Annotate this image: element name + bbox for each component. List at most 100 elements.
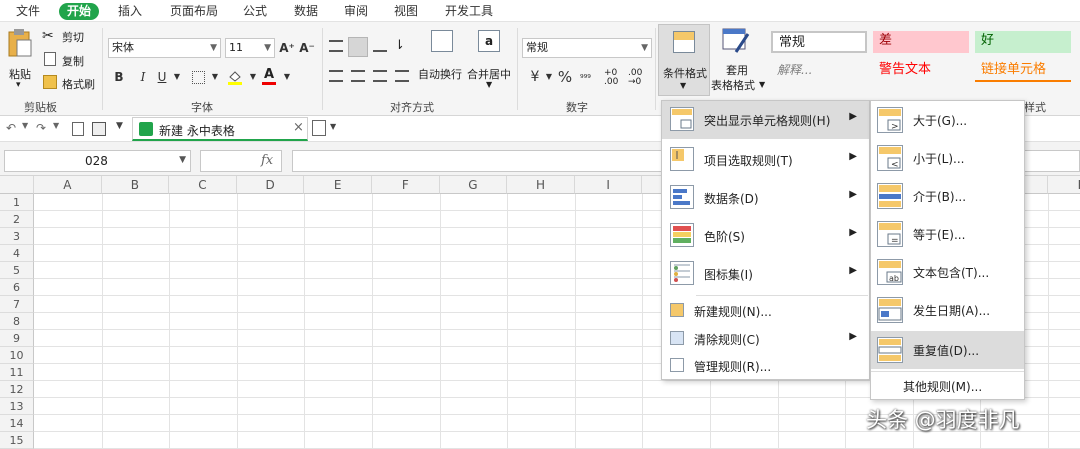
menu-item-icon-sets[interactable]: 图标集(I) ▶ <box>662 255 869 293</box>
font-color-button[interactable]: A <box>262 67 276 85</box>
style-good[interactable]: 好 <box>975 31 1071 53</box>
fill-color-dropdown-icon[interactable]: ▼ <box>244 68 262 86</box>
align-middle-icon[interactable] <box>348 37 368 57</box>
justify-icon[interactable] <box>395 70 409 82</box>
number-format-select[interactable]: 常规 ▼ <box>522 38 652 58</box>
underline-dropdown-icon[interactable]: ▼ <box>168 68 186 86</box>
decrease-decimal-icon[interactable]: .00 →0 <box>628 69 642 87</box>
column-header[interactable]: A <box>34 176 102 194</box>
redo-icon[interactable]: ↷ <box>36 121 46 135</box>
tab-file[interactable]: 文件 <box>16 3 40 20</box>
percent-button[interactable]: % <box>556 68 574 86</box>
row-header[interactable]: 12 <box>0 381 34 398</box>
align-left-icon[interactable] <box>329 70 343 82</box>
row-header[interactable]: 3 <box>0 228 34 245</box>
submenu-item-equal-to[interactable]: = 等于(E)... <box>871 215 1024 253</box>
style-linked-cell[interactable]: 链接单元格 <box>975 60 1071 82</box>
paste-icon[interactable] <box>6 28 34 60</box>
customize-qa-icon[interactable]: ▼ <box>116 121 123 131</box>
row-header[interactable]: 2 <box>0 211 34 228</box>
undo-dropdown-icon[interactable]: ▼ <box>22 121 28 130</box>
tab-insert[interactable]: 插入 <box>118 3 142 20</box>
bold-button[interactable]: B <box>110 68 128 86</box>
menu-item-highlight-rules[interactable]: 突出显示单元格规则(H) ▶ <box>662 101 869 139</box>
row-header[interactable]: 4 <box>0 245 34 262</box>
submenu-item-between[interactable]: 介于(B)... <box>871 177 1024 215</box>
row-header[interactable]: 14 <box>0 415 34 432</box>
name-box[interactable]: 028 ▼ <box>4 150 191 172</box>
column-header[interactable]: P <box>1048 176 1080 194</box>
row-header[interactable]: 1 <box>0 194 34 211</box>
column-header[interactable]: B <box>101 176 170 194</box>
increase-decimal-icon[interactable]: +0.00 <box>604 69 618 87</box>
column-header[interactable]: I <box>574 176 643 194</box>
submenu-item-text-contains[interactable]: ab 文本包含(T)... <box>871 253 1024 291</box>
align-bottom-icon[interactable] <box>373 40 387 52</box>
shrink-font-button[interactable]: A⁻ <box>298 39 316 57</box>
style-normal[interactable]: 常规 <box>771 31 867 53</box>
submenu-item-duplicate-values[interactable]: 重复值(D)... <box>871 331 1024 369</box>
align-right-icon[interactable] <box>373 70 387 82</box>
menu-item-top-bottom-rules[interactable]: 项目选取规则(T) ▶ <box>662 141 869 179</box>
row-header[interactable]: 5 <box>0 262 34 279</box>
menu-item-manage-rules[interactable]: 管理规则(R)... <box>662 353 869 379</box>
font-size-select[interactable]: 11 ▼ <box>225 38 275 58</box>
select-all-corner[interactable] <box>0 176 34 194</box>
submenu-item-date-occurring[interactable]: 发生日期(A)... <box>871 291 1024 329</box>
tab-formulas[interactable]: 公式 <box>243 3 267 20</box>
column-header[interactable]: D <box>236 176 305 194</box>
print-preview-icon[interactable] <box>72 122 84 136</box>
column-header[interactable]: G <box>439 176 508 194</box>
column-header[interactable]: E <box>304 176 372 194</box>
style-explanatory[interactable]: 解释... <box>771 60 867 82</box>
row-header[interactable]: 15 <box>0 432 34 449</box>
tab-review[interactable]: 审阅 <box>344 3 368 20</box>
column-header[interactable]: C <box>169 176 237 194</box>
format-painter-button[interactable]: 格式刷 <box>62 76 95 92</box>
tab-home[interactable]: 开始 <box>59 3 100 20</box>
align-center-icon[interactable] <box>351 70 365 82</box>
new-file-dropdown-icon[interactable]: ▼ <box>330 122 336 131</box>
row-header[interactable]: 13 <box>0 398 34 415</box>
new-file-icon[interactable] <box>312 120 326 136</box>
align-top-icon[interactable] <box>329 40 343 52</box>
table-format-icon[interactable] <box>722 28 750 54</box>
tab-developer[interactable]: 开发工具 <box>445 3 493 20</box>
italic-button[interactable]: I <box>134 68 152 86</box>
wrap-text-icon[interactable] <box>431 30 453 52</box>
tab-data[interactable]: 数据 <box>294 3 318 20</box>
function-box[interactable]: fx <box>200 150 282 172</box>
tab-page-layout[interactable]: 页面布局 <box>170 3 218 20</box>
text-direction-icon[interactable]: ⇂ <box>394 38 405 53</box>
undo-icon[interactable]: ↶ <box>6 121 16 135</box>
copy-button[interactable]: 复制 <box>62 53 84 69</box>
paste-dropdown-icon[interactable]: ▾ <box>16 80 21 90</box>
submenu-item-more-rules[interactable]: 其他规则(M)... <box>903 378 982 395</box>
menu-item-new-rule[interactable]: 新建规则(N)... <box>662 297 869 325</box>
grow-font-button[interactable]: A⁺ <box>278 39 296 57</box>
table-format-label-2[interactable]: 表格格式 <box>711 77 755 93</box>
merge-center-icon[interactable]: a <box>478 30 500 52</box>
row-header[interactable]: 6 <box>0 279 34 296</box>
conditional-format-button[interactable]: 条件格式 ▼ <box>658 24 710 96</box>
tab-view[interactable]: 视图 <box>394 3 418 20</box>
style-bad[interactable]: 差 <box>873 31 969 53</box>
fill-color-icon[interactable] <box>227 69 243 85</box>
redo-dropdown-icon[interactable]: ▼ <box>53 121 59 130</box>
copy-icon[interactable] <box>44 52 56 66</box>
menu-item-data-bars[interactable]: 数据条(D) ▶ <box>662 179 869 217</box>
row-header[interactable]: 9 <box>0 330 34 347</box>
submenu-item-greater-than[interactable]: > 大于(G)... <box>871 101 1024 139</box>
row-header[interactable]: 10 <box>0 347 34 364</box>
row-header[interactable]: 8 <box>0 313 34 330</box>
row-header[interactable]: 7 <box>0 296 34 313</box>
wrap-text-button[interactable]: 自动换行 <box>418 66 462 82</box>
cut-button[interactable]: 剪切 <box>62 29 84 45</box>
cut-icon[interactable]: ✂ <box>42 28 58 44</box>
border-dropdown-icon[interactable]: ▼ <box>206 68 224 86</box>
menu-item-clear-rules[interactable]: 清除规则(C) ▶ <box>662 325 869 353</box>
menu-item-color-scales[interactable]: 色阶(S) ▶ <box>662 217 869 255</box>
row-header[interactable]: 11 <box>0 364 34 381</box>
border-icon[interactable] <box>192 71 205 84</box>
save-icon[interactable] <box>92 122 106 136</box>
